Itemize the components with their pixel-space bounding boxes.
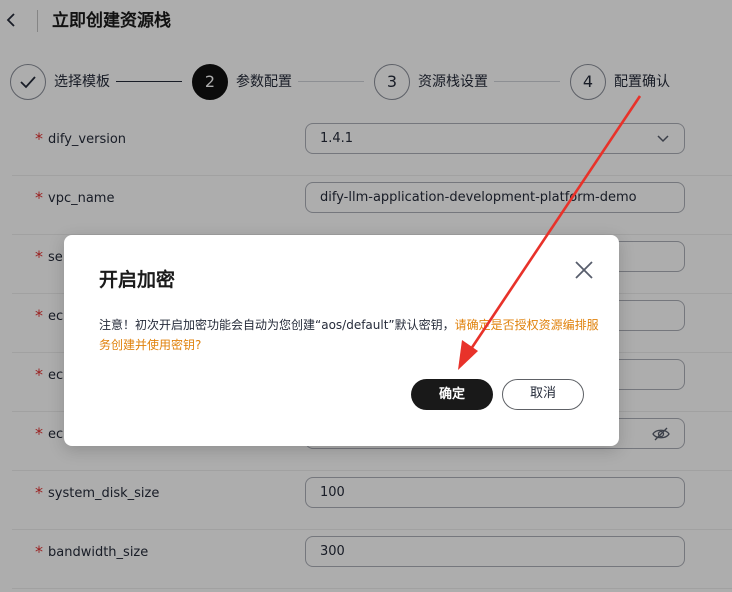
dialog-title: 开启加密 [99,269,176,291]
message-text: 注意！初次开启加密功能会自动为您创建“aos/default”默认密钥， [99,318,455,332]
dialog-message: 注意！初次开启加密功能会自动为您创建“aos/default”默认密钥，请确定是… [99,315,599,355]
confirm-button[interactable]: 确定 [411,379,493,410]
enable-encryption-dialog: 开启加密 注意！初次开启加密功能会自动为您创建“aos/default”默认密钥… [64,235,619,446]
cancel-button[interactable]: 取消 [502,379,584,410]
close-icon[interactable] [572,258,596,282]
